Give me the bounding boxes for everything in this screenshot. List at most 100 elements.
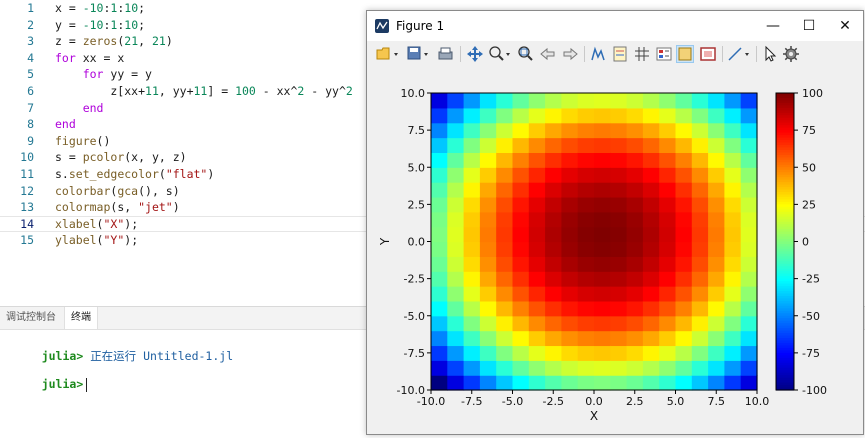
repl-line-2[interactable]: julia> <box>14 363 88 406</box>
colorbar-icon[interactable] <box>655 45 673 63</box>
heatmap-cell <box>545 182 562 198</box>
code-token: 100 <box>235 84 256 98</box>
heatmap-cell <box>610 196 628 213</box>
heatmap-cell <box>463 330 481 347</box>
heatmap-cell <box>610 226 628 243</box>
heatmap-cell <box>659 256 677 272</box>
heatmap-cell <box>561 196 579 213</box>
heatmap-cell <box>659 330 677 347</box>
heatmap-cell <box>447 107 465 124</box>
heatmap-cell <box>594 360 611 376</box>
heatmap-cell <box>724 315 742 332</box>
heatmap-cell <box>561 107 579 124</box>
heatmap-cell <box>675 93 693 109</box>
heatmap-cell <box>610 360 628 376</box>
zoom-fit-icon[interactable] <box>517 45 535 63</box>
heatmap-cell <box>479 196 497 213</box>
heatmap-cell <box>431 137 448 153</box>
heatmap-cell <box>479 286 497 302</box>
heatmap-cell <box>724 226 742 243</box>
heatmap-cell <box>479 330 497 347</box>
axes-box-icon[interactable] <box>676 45 694 63</box>
heatmap-cell <box>561 137 579 153</box>
back-arrow-icon[interactable] <box>539 45 557 63</box>
y-tick-label: -10.0 <box>397 384 425 397</box>
heatmap-cell <box>610 93 628 109</box>
data-cursor-icon[interactable] <box>589 45 607 63</box>
colorbar-tick-label: -50 <box>802 310 820 323</box>
heatmap-cell <box>594 330 611 347</box>
heatmap-cell <box>431 360 448 376</box>
heatmap-cell <box>691 300 709 317</box>
heatmap-cell <box>577 196 595 213</box>
heatmap-cell <box>528 93 546 109</box>
heatmap-cell <box>447 360 465 376</box>
code-token: for <box>82 67 104 82</box>
heatmap-cell <box>545 196 562 213</box>
heatmap-cell <box>708 93 725 109</box>
minimize-button[interactable]: — <box>755 11 791 41</box>
heatmap-cell <box>545 300 562 317</box>
colorbar-tick-label: 100 <box>802 87 823 100</box>
heatmap-cell <box>708 286 725 302</box>
settings-icon[interactable] <box>782 45 800 63</box>
heatmap-cell <box>740 345 758 361</box>
heatmap-cell <box>512 330 530 347</box>
heatmap-cell <box>561 375 579 391</box>
line-number: 8 <box>27 117 34 132</box>
line-tool-icon[interactable] <box>727 45 749 63</box>
heatmap-cell <box>642 286 660 302</box>
heatmap-cell <box>512 300 530 317</box>
heatmap-cell <box>496 375 514 391</box>
heatmap-cell <box>724 182 742 198</box>
close-button[interactable]: ✕ <box>827 11 863 41</box>
heatmap-cell <box>512 286 530 302</box>
heatmap-cell <box>479 226 497 243</box>
legend-icon[interactable] <box>611 45 629 63</box>
grid-icon[interactable] <box>633 45 651 63</box>
tab-terminal[interactable]: 终端 <box>64 307 98 329</box>
heatmap-cell <box>740 226 758 243</box>
heatmap-cell <box>577 300 595 317</box>
heatmap-cell <box>496 286 514 302</box>
code-token: end <box>82 100 104 115</box>
figure-titlebar[interactable]: Figure 1 — ☐ ✕ <box>367 11 863 41</box>
open-icon[interactable] <box>376 45 398 63</box>
pan-icon[interactable] <box>466 45 484 63</box>
heatmap-cell <box>447 315 465 332</box>
heatmap-cell <box>675 182 693 198</box>
save-icon[interactable] <box>407 45 428 63</box>
frame-icon[interactable] <box>699 45 717 63</box>
select-cursor-icon[interactable] <box>761 45 779 63</box>
code-token: , <box>138 34 152 49</box>
print-icon[interactable] <box>437 45 455 63</box>
maximize-button[interactable]: ☐ <box>791 11 827 41</box>
heatmap-cell <box>659 360 677 376</box>
heatmap-cell <box>496 300 514 317</box>
heatmap-cell <box>479 315 497 332</box>
code-text: x = -10:1:10; <box>55 0 145 16</box>
heatmap-cell <box>610 375 628 391</box>
tab-debug-console[interactable]: 调试控制台 <box>0 307 62 329</box>
heatmap-cell <box>431 211 448 228</box>
code-text: end <box>55 100 104 116</box>
code-token: for <box>55 50 76 65</box>
heatmap-cell <box>577 107 595 124</box>
heatmap-cell <box>512 345 530 361</box>
heatmap-cell <box>463 182 481 198</box>
heatmap-cell <box>626 137 644 153</box>
zoom-in-icon[interactable] <box>488 45 510 63</box>
code-token: ); <box>124 216 139 231</box>
heatmap-cell <box>463 167 481 183</box>
heatmap-cell <box>512 256 530 272</box>
plot-area[interactable]: -10.0 -7.5 -5.0 -2.5 0.0 2.5 5.0 7.5 10.0 10.0 7.… <box>367 67 863 434</box>
heatmap-cell <box>594 286 611 302</box>
heatmap-cell <box>496 137 514 153</box>
heatmap-cell <box>642 315 660 332</box>
heatmap-cell <box>626 226 644 243</box>
code-token: ( <box>158 167 166 181</box>
heatmap-cell <box>691 375 709 391</box>
forward-arrow-icon[interactable] <box>561 45 579 63</box>
figure-window[interactable]: Figure 1 — ☐ ✕ -10.0 -7.5 -5.0 -2.5 0.0 … <box>366 10 864 435</box>
heatmap-cell <box>512 271 530 287</box>
